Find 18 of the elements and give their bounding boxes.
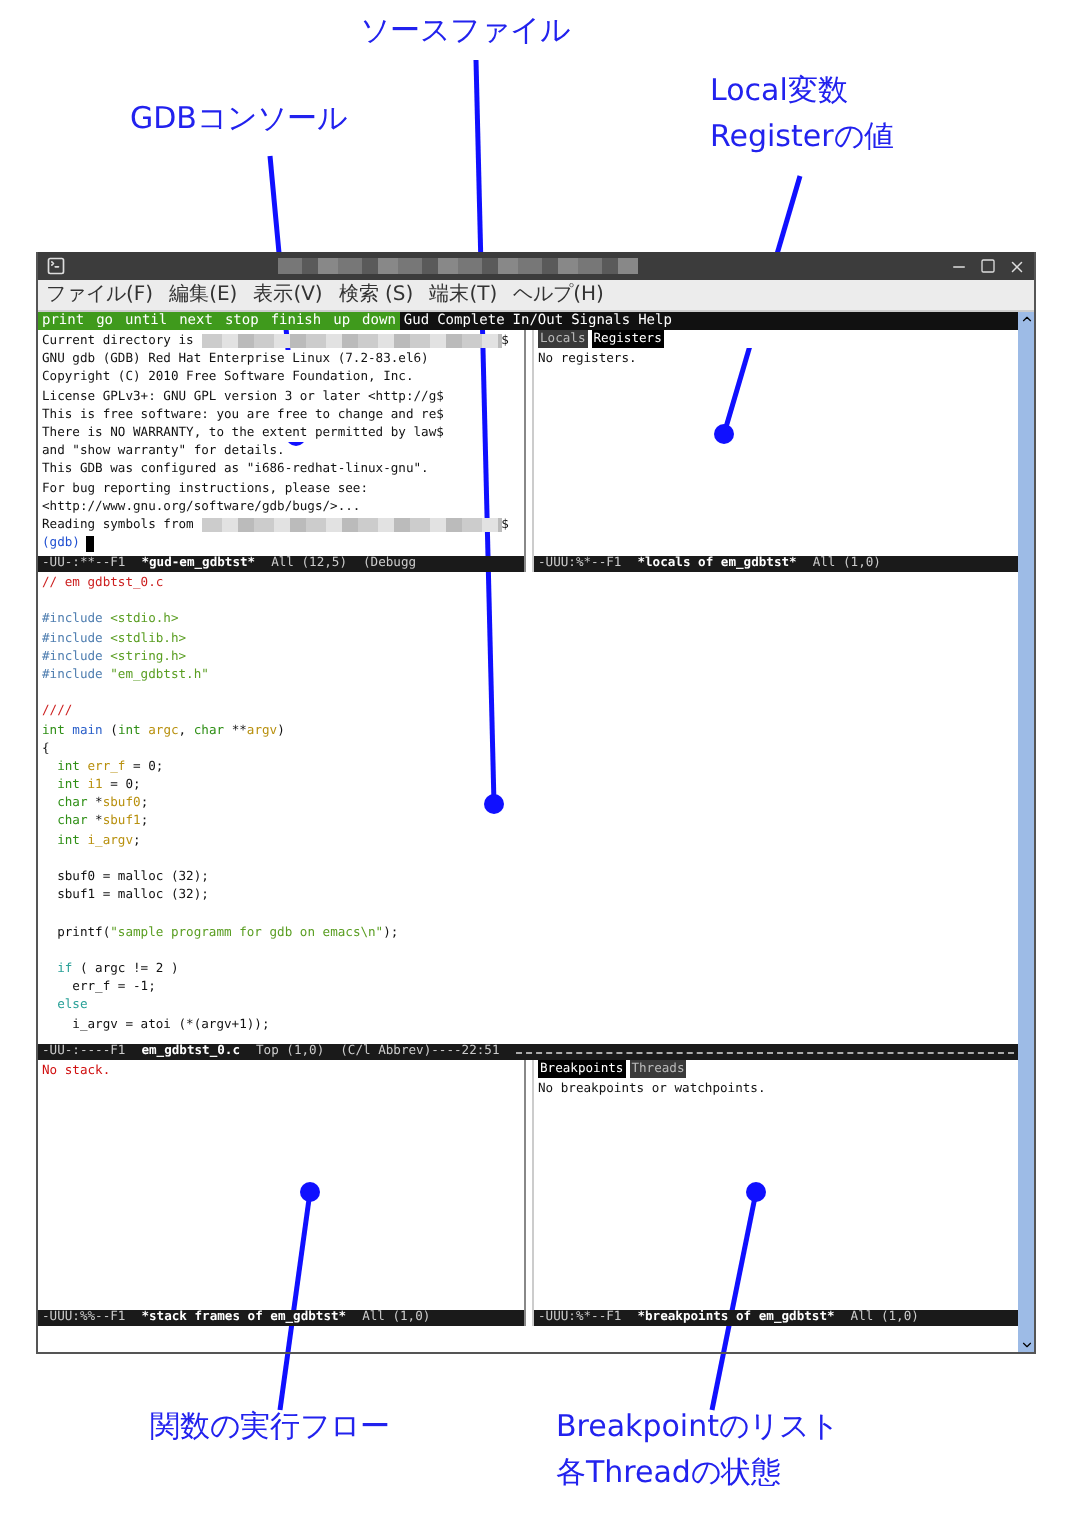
menu-item[interactable]: ファイル(F) [46,283,154,307]
menu-item[interactable]: 端末(T) [429,283,498,307]
callout-label: 関数の実行フロー [150,1406,390,1448]
maximize-icon[interactable] [980,257,996,273]
callout-label: GDBコンソール [130,98,347,140]
scroll-down-icon[interactable] [1019,1338,1033,1352]
scroll-up-icon[interactable] [1019,312,1033,326]
terminal-icon [46,256,66,276]
callout-label: ソースファイル [360,10,570,52]
text-cursor [85,535,94,552]
menu-item[interactable]: 編集(E) [169,283,238,307]
scrollbar[interactable] [1018,312,1034,1352]
menu-item[interactable]: 検索 (S) [338,283,414,307]
callout-label: Breakpointのリスト 各Threadの状態 [556,1406,839,1494]
close-icon[interactable] [1008,257,1026,275]
callout-label: Local変数 Registerの値 [710,70,894,158]
menu-item[interactable]: 表示(V) [253,283,323,307]
menu-item[interactable]: ヘルプ(H) [513,283,604,307]
